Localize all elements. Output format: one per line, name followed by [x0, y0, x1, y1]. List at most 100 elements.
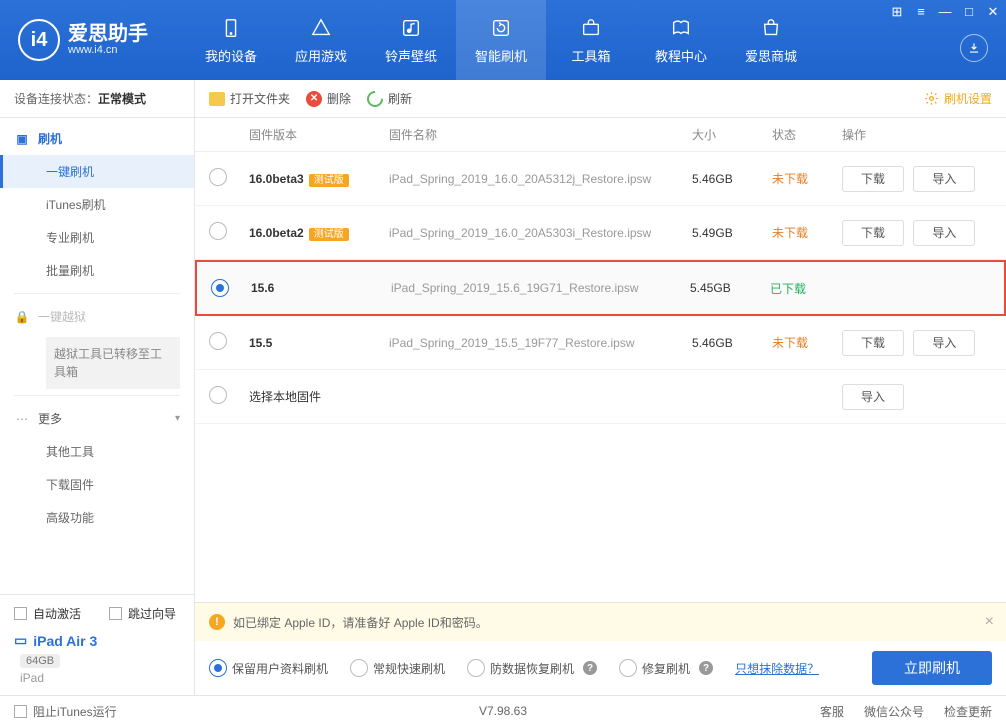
flash-group-icon: ▣	[14, 131, 30, 147]
footer-support[interactable]: 客服	[820, 703, 844, 720]
win-minimize-icon[interactable]: —	[938, 4, 952, 20]
sidebar-item-batch-flash[interactable]: 批量刷机	[0, 254, 194, 287]
app-footer: 阻止iTunes运行 V7.98.63 客服 微信公众号 检查更新	[0, 695, 1006, 726]
sidebar-item-itunes-flash[interactable]: iTunes刷机	[0, 188, 194, 221]
win-close-icon[interactable]: ✕	[986, 4, 1000, 20]
flash-options: 保留用户资料刷机 常规快速刷机 防数据恢复刷机? 修复刷机? 只想抹除数据？ 立…	[195, 641, 1006, 695]
beta-tag: 测试版	[309, 174, 349, 187]
warning-icon: !	[209, 614, 225, 630]
win-gift-icon[interactable]: ⊞	[890, 4, 904, 20]
nav-tutorials[interactable]: 教程中心	[636, 0, 726, 80]
fw-filename: iPad_Spring_2019_16.0_20A5303i_Restore.i…	[389, 226, 692, 240]
table-header: 固件版本 固件名称 大小 状态 操作	[195, 118, 1006, 152]
device-icon	[219, 16, 243, 40]
open-folder-button[interactable]: 打开文件夹	[209, 90, 290, 107]
firmware-row[interactable]: 15.6 iPad_Spring_2019_15.6_19G71_Restore…	[195, 260, 1006, 316]
toolbar: 打开文件夹 ✕ 删除 刷新 刷机设置	[195, 80, 1006, 118]
content-area: 打开文件夹 ✕ 删除 刷新 刷机设置 固件版本 固件名称 大小 状态 操作	[195, 80, 1006, 695]
fw-size: 5.46GB	[692, 336, 772, 350]
row-radio[interactable]	[209, 386, 227, 404]
firmware-row[interactable]: 16.0beta3测试版 iPad_Spring_2019_16.0_20A53…	[195, 152, 1006, 206]
beta-tag: 测试版	[309, 228, 349, 241]
delete-button[interactable]: ✕ 删除	[306, 90, 351, 107]
nav-apps[interactable]: 应用游戏	[276, 0, 366, 80]
nav-flash[interactable]: 智能刷机	[456, 0, 546, 80]
book-icon	[669, 16, 693, 40]
fw-version: 16.0beta3测试版	[249, 171, 389, 186]
apps-icon	[309, 16, 333, 40]
firmware-row[interactable]: 16.0beta2测试版 iPad_Spring_2019_16.0_20A53…	[195, 206, 1006, 260]
row-radio[interactable]	[209, 168, 227, 186]
skip-guide-checkbox[interactable]	[109, 607, 122, 620]
fw-filename: iPad_Spring_2019_16.0_20A5312j_Restore.i…	[389, 172, 692, 186]
import-button[interactable]: 导入	[842, 384, 904, 410]
download-button[interactable]: 下载	[842, 330, 904, 356]
nav-store[interactable]: 爱思商城	[726, 0, 816, 80]
connection-status: 设备连接状态： 正常模式	[0, 80, 194, 118]
nav-ringtones[interactable]: 铃声壁纸	[366, 0, 456, 80]
app-header: ⊞ ≡ — □ ✕ i4 爱思助手 www.i4.cn 我的设备 应用游戏 铃声…	[0, 0, 1006, 80]
nav-toolbox[interactable]: 工具箱	[546, 0, 636, 80]
opt-antirecover[interactable]: 防数据恢复刷机?	[467, 659, 597, 677]
row-radio[interactable]	[209, 332, 227, 350]
opt-keep-data[interactable]: 保留用户资料刷机	[209, 659, 328, 677]
erase-only-link[interactable]: 只想抹除数据？	[735, 660, 819, 677]
import-button[interactable]: 导入	[913, 166, 975, 192]
folder-icon	[209, 92, 225, 106]
download-button[interactable]: 下载	[842, 220, 904, 246]
group-more[interactable]: ⋯ 更多 ▾	[0, 402, 194, 435]
chevron-down-icon: ▾	[175, 413, 180, 424]
win-menu-icon[interactable]: ≡	[914, 4, 928, 20]
auto-activate-checkbox[interactable]	[14, 607, 27, 620]
sync-button[interactable]	[960, 34, 988, 62]
import-button[interactable]: 导入	[913, 330, 975, 356]
download-button[interactable]: 下载	[842, 166, 904, 192]
group-jailbreak[interactable]: 🔒 一键越狱	[0, 300, 194, 333]
warning-close-button[interactable]: ×	[985, 613, 994, 631]
block-itunes-checkbox[interactable]	[14, 705, 27, 718]
tablet-icon: ▭	[14, 632, 27, 649]
opt-repair[interactable]: 修复刷机?	[619, 659, 713, 677]
sidebar-item-download-fw[interactable]: 下载固件	[0, 468, 194, 501]
local-firmware-row[interactable]: 选择本地固件 导入	[195, 370, 1006, 424]
nav-my-device[interactable]: 我的设备	[186, 0, 276, 80]
storage-badge: 64GB	[20, 654, 60, 668]
device-info[interactable]: ▭ iPad Air 3	[14, 632, 180, 649]
refresh-icon	[364, 87, 387, 110]
store-icon	[759, 16, 783, 40]
group-flash[interactable]: ▣ 刷机	[0, 122, 194, 155]
row-radio[interactable]	[209, 222, 227, 240]
row-radio[interactable]	[211, 279, 229, 297]
fw-size: 5.49GB	[692, 226, 772, 240]
info-icon[interactable]: ?	[699, 661, 713, 675]
warning-bar: ! 如已绑定 Apple ID，请准备好 Apple ID和密码。 ×	[195, 603, 1006, 641]
sidebar-item-oneclick-flash[interactable]: 一键刷机	[0, 155, 194, 188]
flash-now-button[interactable]: 立即刷机	[872, 651, 992, 685]
footer-wechat[interactable]: 微信公众号	[864, 703, 924, 720]
local-fw-label: 选择本地固件	[249, 388, 389, 405]
flash-icon	[489, 16, 513, 40]
import-button[interactable]: 导入	[913, 220, 975, 246]
sidebar-item-other-tools[interactable]: 其他工具	[0, 435, 194, 468]
app-version: V7.98.63	[479, 704, 527, 718]
sidebar: 设备连接状态： 正常模式 ▣ 刷机 一键刷机 iTunes刷机 专业刷机 批量刷…	[0, 80, 195, 695]
lock-icon: 🔒	[14, 309, 30, 325]
sidebar-item-pro-flash[interactable]: 专业刷机	[0, 221, 194, 254]
win-maximize-icon[interactable]: □	[962, 4, 976, 20]
firmware-list: 16.0beta3测试版 iPad_Spring_2019_16.0_20A53…	[195, 152, 1006, 424]
footer-update[interactable]: 检查更新	[944, 703, 992, 720]
sidebar-item-advanced[interactable]: 高级功能	[0, 501, 194, 534]
fw-status: 未下载	[772, 224, 842, 241]
fw-filename: iPad_Spring_2019_15.5_19F77_Restore.ipsw	[389, 336, 692, 350]
fw-version: 16.0beta2测试版	[249, 225, 389, 240]
info-icon[interactable]: ?	[583, 661, 597, 675]
refresh-button[interactable]: 刷新	[367, 90, 412, 107]
gear-icon	[924, 91, 939, 106]
flash-settings-button[interactable]: 刷机设置	[924, 90, 992, 107]
main-nav: 我的设备 应用游戏 铃声壁纸 智能刷机 工具箱 教程中心 爱思商城	[186, 0, 816, 80]
fw-ops: 下载 导入	[842, 166, 992, 192]
fw-size: 5.45GB	[690, 281, 770, 295]
firmware-row[interactable]: 15.5 iPad_Spring_2019_15.5_19F77_Restore…	[195, 316, 1006, 370]
opt-normal[interactable]: 常规快速刷机	[350, 659, 445, 677]
jailbreak-note: 越狱工具已转移至工具箱	[46, 337, 180, 389]
